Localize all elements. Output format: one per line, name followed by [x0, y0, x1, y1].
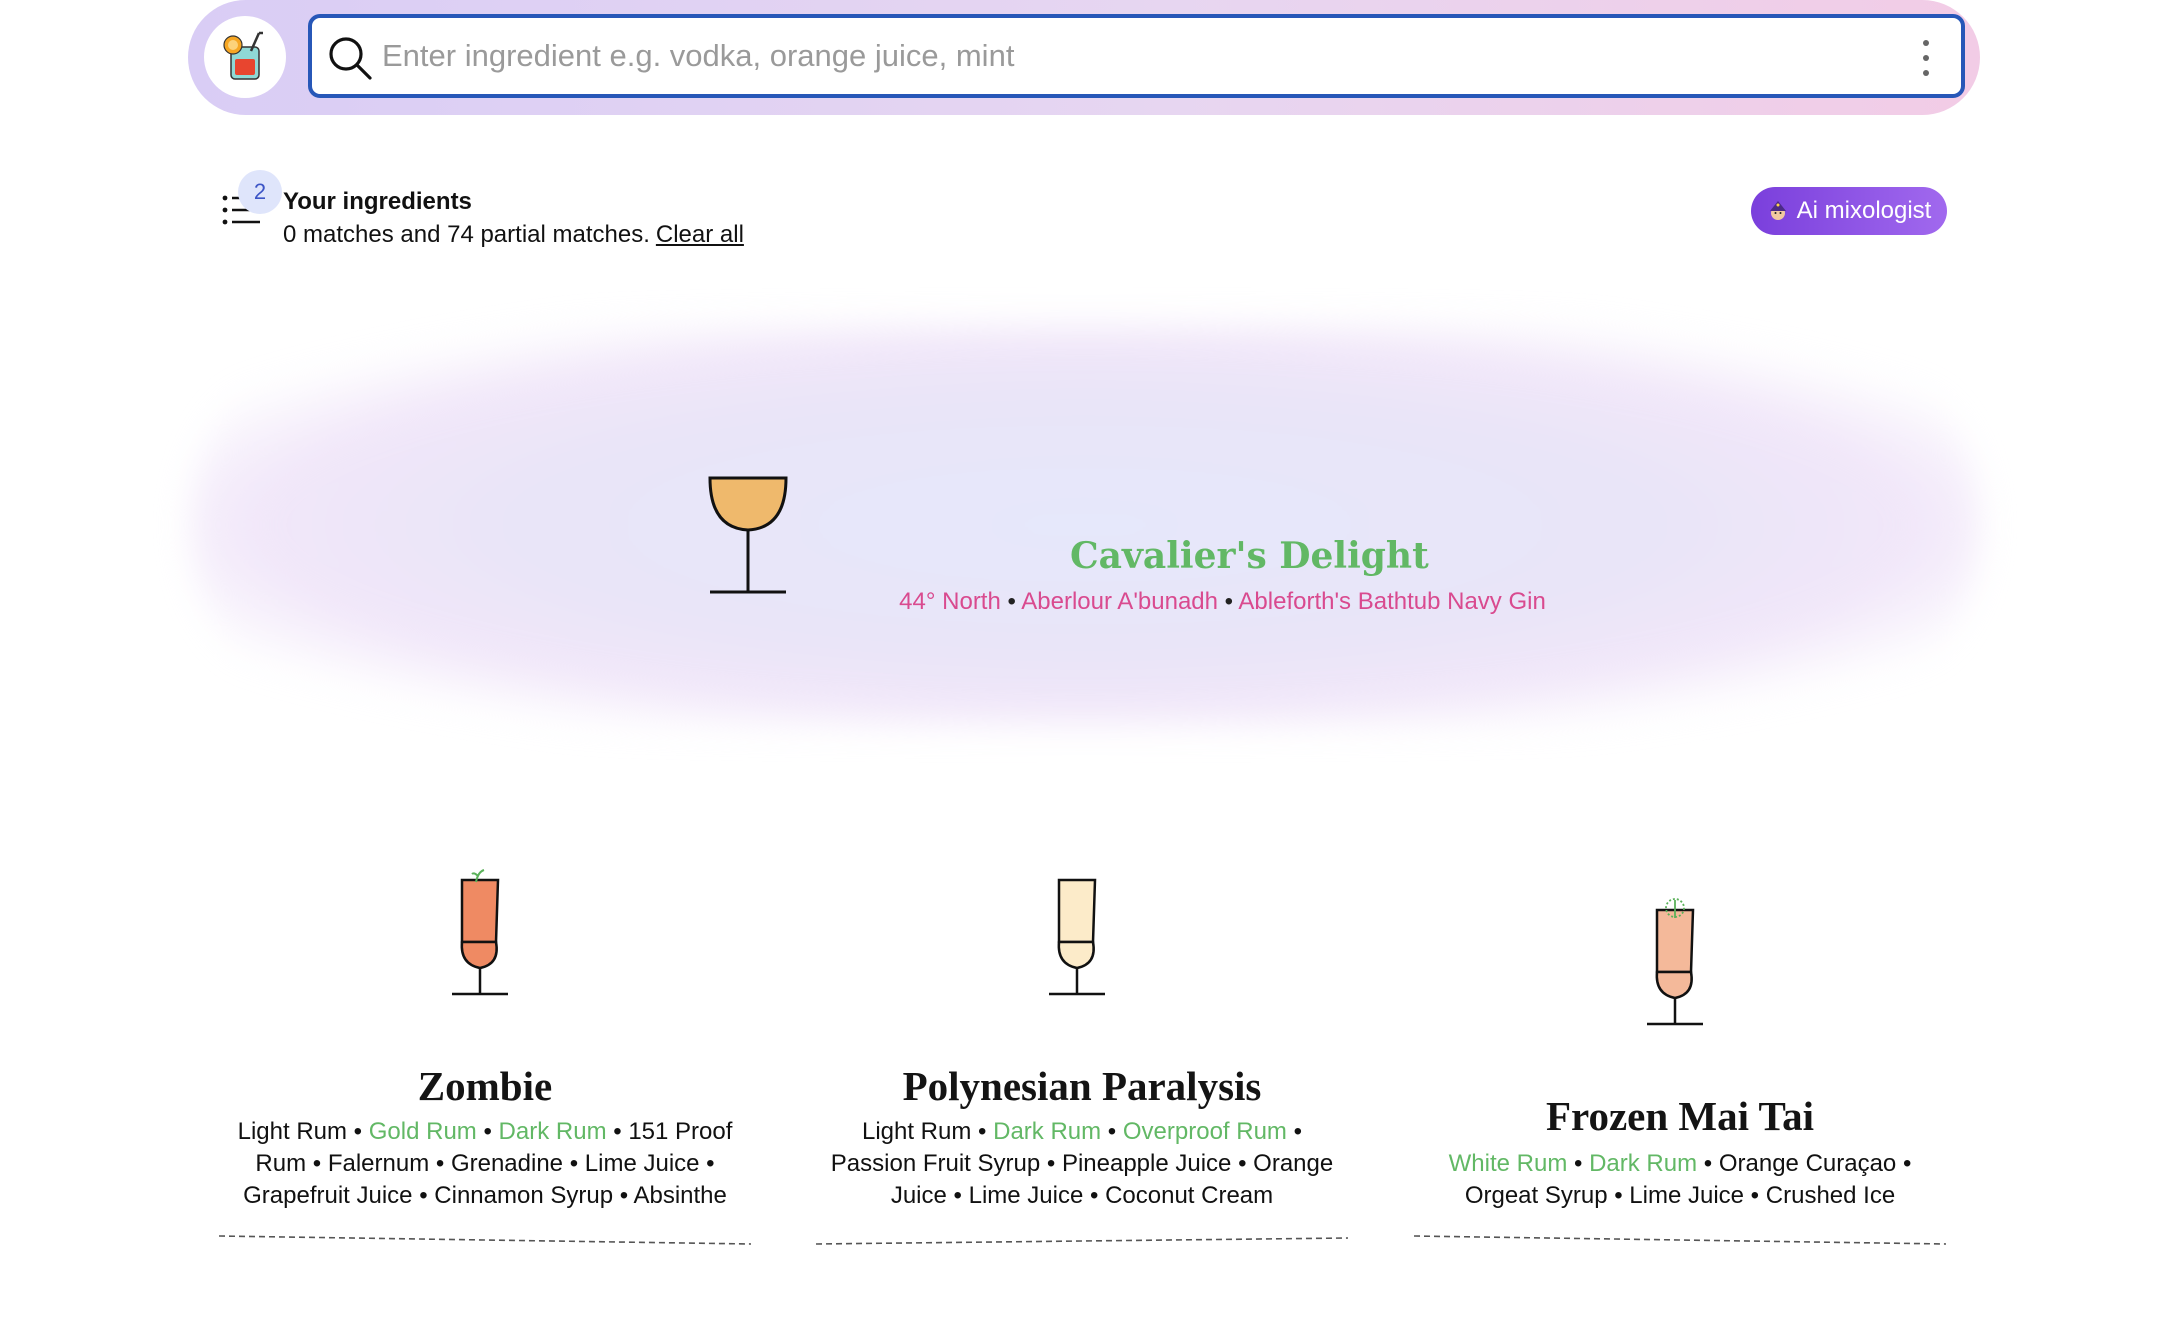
- cocktail-name[interactable]: Frozen Mai Tai: [1410, 1092, 1950, 1140]
- tall-glass-icon: [1049, 878, 1105, 996]
- ingredient: Lime Juice: [1629, 1182, 1745, 1209]
- ingredient: Cinnamon Syrup: [434, 1182, 614, 1209]
- clear-all-link[interactable]: Clear all: [656, 221, 744, 248]
- cocktail-name[interactable]: Polynesian Paralysis: [812, 1062, 1352, 1110]
- ingredient: Absinthe: [633, 1182, 727, 1209]
- ingredient: Grapefruit Juice: [243, 1182, 413, 1209]
- ingredient: Pineapple Juice: [1061, 1150, 1232, 1177]
- ingredient: Light Rum: [861, 1118, 972, 1145]
- wizard-icon: [1769, 201, 1786, 220]
- search-input[interactable]: [382, 28, 1862, 84]
- matched-ingredient: Dark Rum: [993, 1118, 1102, 1145]
- cocktail-ingredients: Light Rum • Dark Rum • Overproof Rum • P…: [830, 1118, 1334, 1209]
- match-summary-text: 0 matches and 74 partial matches.: [283, 221, 650, 248]
- cocktail-card-polynesian-paralysis[interactable]: Polynesian Paralysis Light Rum • Dark Ru…: [812, 850, 1352, 1260]
- more-options-icon[interactable]: [1921, 40, 1931, 76]
- ingredients-title: Your ingredients: [283, 188, 472, 215]
- search-box: [308, 14, 1965, 98]
- ingredient: Orgeat Syrup: [1464, 1182, 1608, 1209]
- featured-ingredients: 44° North • Aberlour A'bunadh • Ablefort…: [840, 588, 1605, 616]
- featured-ingredient[interactable]: Ableforth's Bathtub Navy Gin: [1238, 588, 1545, 615]
- ingredient: Crushed Ice: [1765, 1182, 1896, 1209]
- tall-glass-icon: [452, 869, 508, 996]
- ai-mixologist-button[interactable]: Ai mixologist: [1751, 187, 1947, 235]
- ingredient: Falernum: [327, 1150, 430, 1177]
- ingredient: Grenadine: [450, 1150, 564, 1177]
- card-divider: [1413, 1235, 1947, 1245]
- matched-ingredient: Overproof Rum: [1122, 1118, 1287, 1145]
- featured-cocktail-name[interactable]: Cavalier's Delight: [1070, 535, 1429, 577]
- matched-ingredient: Dark Rum: [498, 1118, 607, 1145]
- app-logo[interactable]: [204, 16, 286, 98]
- top-search-bar: [188, 0, 1980, 115]
- cocktail-name[interactable]: Zombie: [215, 1062, 755, 1110]
- search-icon: [329, 37, 372, 80]
- ai-mixologist-label: Ai mixologist: [1796, 197, 1932, 224]
- ingredient: Lime Juice: [584, 1150, 700, 1177]
- matched-ingredient: Dark Rum: [1589, 1150, 1698, 1177]
- ingredient: Lime Juice: [968, 1182, 1084, 1209]
- separator: •: [1007, 588, 1016, 615]
- ingredient-count-badge: 2: [238, 170, 282, 214]
- card-divider: [815, 1237, 1349, 1245]
- cocktail-ingredients: White Rum • Dark Rum • Orange Curaçao • …: [1448, 1150, 1912, 1209]
- matched-ingredient: Gold Rum: [368, 1118, 477, 1145]
- cocktail-card-frozen-mai-tai[interactable]: Frozen Mai Tai White Rum • Dark Rum • Or…: [1410, 850, 1950, 1260]
- tall-glass-icon: [1647, 898, 1703, 1026]
- separator: •: [1224, 588, 1234, 615]
- ingredient: Orange Curaçao: [1718, 1150, 1897, 1177]
- card-divider: [218, 1235, 752, 1245]
- ingredient: Light Rum: [237, 1118, 347, 1145]
- featured-ingredient[interactable]: Aberlour A'bunadh: [1021, 588, 1218, 615]
- cocktail-ingredients: Light Rum • Gold Rum • Dark Rum • 151 Pr…: [237, 1118, 733, 1209]
- coupe-glass-icon[interactable]: [700, 470, 796, 598]
- featured-background: [190, 325, 1980, 725]
- featured-ingredient[interactable]: 44° North: [899, 588, 1001, 615]
- cocktail-card-zombie[interactable]: Zombie Light Rum • Gold Rum • Dark Rum •…: [215, 850, 755, 1260]
- ingredients-summary: 0 matches and 74 partial matches. Clear a…: [283, 221, 744, 249]
- ingredient: Passion Fruit Syrup: [830, 1150, 1041, 1177]
- matched-ingredient: White Rum: [1448, 1150, 1568, 1177]
- cocktail-logo-icon: [223, 31, 263, 80]
- ingredient: Coconut Cream: [1105, 1182, 1274, 1209]
